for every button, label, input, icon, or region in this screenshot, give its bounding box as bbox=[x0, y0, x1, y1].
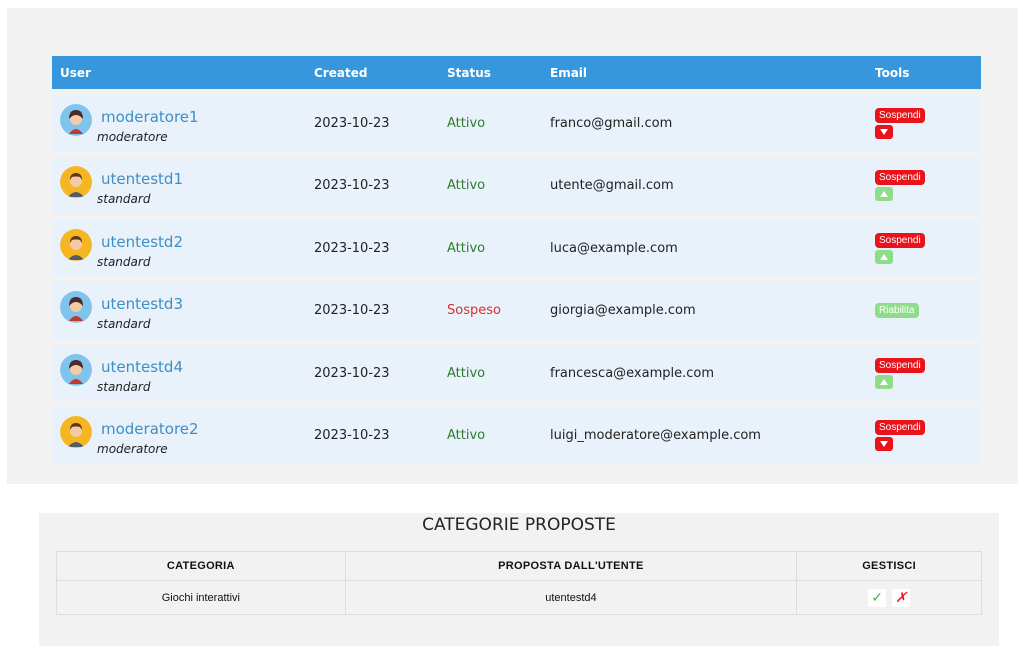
email-text: francesca@example.com bbox=[550, 365, 715, 381]
table-row: moderatore1 moderatore 2023-10-23 Attivo… bbox=[52, 94, 981, 152]
user-role: moderatore bbox=[97, 129, 168, 144]
users-panel: User Created Status Email Tools moderato… bbox=[7, 8, 1018, 484]
header-category: CATEGORIA bbox=[56, 551, 346, 581]
header-manage: GESTISCI bbox=[796, 551, 982, 581]
tools-cell: Riabilita bbox=[875, 282, 919, 339]
arrow-up-icon bbox=[880, 253, 888, 260]
email-text: utente@gmail.com bbox=[550, 178, 674, 193]
arrow-down-icon bbox=[880, 128, 888, 135]
username-link[interactable]: utentestd4 bbox=[101, 358, 183, 376]
tools-cell: Sospendi bbox=[875, 95, 925, 152]
table-row: utentestd4 standard 2023-10-23 Attivo fr… bbox=[52, 344, 981, 402]
approve-button[interactable]: ✓ bbox=[868, 588, 887, 607]
header-email: Email bbox=[550, 66, 588, 80]
suspend-button[interactable]: Sospendi bbox=[875, 420, 925, 435]
categories-header-row: CATEGORIA PROPOSTA DALL'UTENTE GESTISCI bbox=[56, 551, 982, 581]
table-row: Giochi interattivi utentestd4 ✓ ✗ bbox=[56, 580, 982, 615]
users-table: User Created Status Email Tools moderato… bbox=[52, 56, 981, 464]
proposer-username: utentestd4 bbox=[344, 580, 798, 615]
reject-button[interactable]: ✗ bbox=[892, 588, 911, 607]
status-text: Attivo bbox=[447, 240, 486, 256]
status-text: Attivo bbox=[447, 428, 486, 443]
user-role: standard bbox=[97, 379, 151, 394]
demote-button[interactable] bbox=[875, 437, 893, 451]
female-avatar-icon bbox=[60, 353, 92, 386]
header-tools: Tools bbox=[875, 66, 910, 80]
status-text: Sospeso bbox=[447, 303, 501, 318]
created-date: 2023-10-23 bbox=[314, 303, 390, 318]
status-text: Attivo bbox=[447, 115, 486, 131]
tools-cell: Sospendi bbox=[875, 345, 925, 402]
created-date: 2023-10-23 bbox=[314, 365, 390, 381]
promote-button[interactable] bbox=[875, 249, 893, 264]
header-proposed-by: PROPOSTA DALL'UTENTE bbox=[344, 551, 798, 581]
email-text: franco@gmail.com bbox=[550, 115, 673, 131]
username-link[interactable]: utentestd3 bbox=[101, 295, 183, 313]
female-avatar-icon bbox=[60, 291, 92, 323]
table-row: utentestd2 standard 2023-10-23 Attivo lu… bbox=[52, 219, 981, 277]
table-row: utentestd1 standard 2023-10-23 Attivo ut… bbox=[52, 157, 981, 214]
manage-cell: ✓ ✗ bbox=[796, 580, 982, 615]
email-text: luigi_moderatore@example.com bbox=[550, 428, 761, 443]
male-avatar-icon bbox=[60, 166, 92, 198]
header-created: Created bbox=[314, 66, 368, 80]
user-role: standard bbox=[97, 254, 151, 269]
status-text: Attivo bbox=[447, 365, 486, 381]
category-name: Giochi interattivi bbox=[56, 580, 346, 615]
created-date: 2023-10-23 bbox=[314, 428, 390, 443]
suspend-button[interactable]: Sospendi bbox=[875, 357, 925, 373]
username-link[interactable]: utentestd1 bbox=[101, 170, 183, 188]
arrow-down-icon bbox=[880, 441, 888, 447]
tools-cell: Sospendi bbox=[875, 407, 925, 464]
header-status: Status bbox=[447, 66, 491, 80]
reactivate-button[interactable]: Riabilita bbox=[875, 303, 919, 318]
female-avatar-icon bbox=[60, 103, 92, 136]
table-row: utentestd3 standard 2023-10-23 Sospeso g… bbox=[52, 282, 981, 339]
suspend-button[interactable]: Sospendi bbox=[875, 107, 925, 123]
proposed-categories-panel: CATEGORIE PROPOSTE CATEGORIA PROPOSTA DA… bbox=[39, 513, 999, 646]
arrow-up-icon bbox=[880, 378, 888, 385]
created-date: 2023-10-23 bbox=[314, 240, 390, 256]
username-link[interactable]: moderatore1 bbox=[101, 108, 199, 126]
username-link[interactable]: utentestd2 bbox=[101, 233, 183, 251]
categories-table: CATEGORIA PROPOSTA DALL'UTENTE GESTISCI … bbox=[56, 551, 982, 615]
status-text: Attivo bbox=[447, 178, 486, 193]
male-avatar-icon bbox=[60, 416, 92, 448]
created-date: 2023-10-23 bbox=[314, 178, 390, 193]
demote-button[interactable] bbox=[875, 124, 893, 139]
users-table-header: User Created Status Email Tools bbox=[52, 56, 981, 89]
section-title: CATEGORIE PROPOSTE bbox=[422, 515, 616, 535]
tools-cell: Sospendi bbox=[875, 157, 925, 214]
username-link[interactable]: moderatore2 bbox=[101, 420, 199, 438]
promote-button[interactable] bbox=[875, 374, 893, 389]
user-role: standard bbox=[97, 192, 151, 206]
created-date: 2023-10-23 bbox=[314, 115, 390, 131]
email-text: giorgia@example.com bbox=[550, 303, 696, 318]
promote-button[interactable] bbox=[875, 187, 893, 201]
user-role: standard bbox=[97, 317, 151, 331]
table-row: moderatore2 moderatore 2023-10-23 Attivo… bbox=[52, 407, 981, 464]
tools-cell: Sospendi bbox=[875, 220, 925, 277]
suspend-button[interactable]: Sospendi bbox=[875, 170, 925, 185]
header-user: User bbox=[60, 66, 91, 80]
user-role: moderatore bbox=[97, 442, 168, 456]
suspend-button[interactable]: Sospendi bbox=[875, 232, 925, 248]
email-text: luca@example.com bbox=[550, 240, 678, 256]
male-avatar-icon bbox=[60, 228, 92, 261]
arrow-up-icon bbox=[880, 191, 888, 197]
